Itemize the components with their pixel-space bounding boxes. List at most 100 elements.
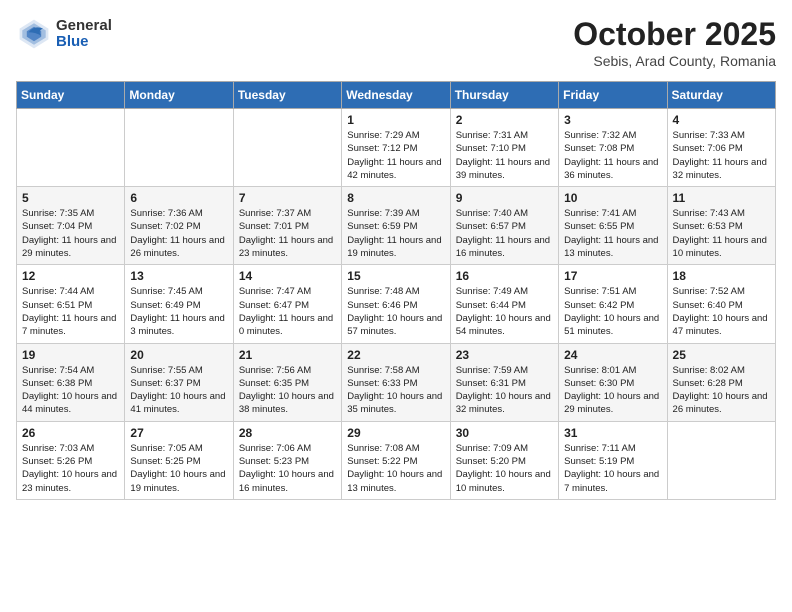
day-info: Sunrise: 7:52 AM Sunset: 6:40 PM Dayligh… (673, 285, 770, 338)
day-number: 13 (130, 269, 227, 283)
day-info: Sunrise: 7:44 AM Sunset: 6:51 PM Dayligh… (22, 285, 119, 338)
day-info: Sunrise: 7:49 AM Sunset: 6:44 PM Dayligh… (456, 285, 553, 338)
calendar-cell: 5 Sunrise: 7:35 AM Sunset: 7:04 PM Daylig… (17, 187, 125, 265)
calendar-table: SundayMondayTuesdayWednesdayThursdayFrid… (16, 81, 776, 500)
day-info: Sunrise: 7:55 AM Sunset: 6:37 PM Dayligh… (130, 364, 227, 417)
calendar-cell: 1Sunrise: 7:29 AM Sunset: 7:12 PM Daylig… (342, 109, 450, 187)
day-info: Sunrise: 7:45 AM Sunset: 6:49 PM Dayligh… (130, 285, 227, 338)
calendar-cell (667, 421, 775, 499)
calendar-cell (233, 109, 341, 187)
day-info: Sunrise: 7:37 AM Sunset: 7:01 PM Dayligh… (239, 207, 336, 260)
day-info: Sunrise: 7:08 AM Sunset: 5:22 PM Dayligh… (347, 442, 444, 495)
day-number: 22 (347, 348, 444, 362)
calendar-week-row: 12 Sunrise: 7:44 AM Sunset: 6:51 PM Dayli… (17, 265, 776, 343)
day-number: 10 (564, 191, 661, 205)
day-info: Sunrise: 7:56 AM Sunset: 6:35 PM Dayligh… (239, 364, 336, 417)
calendar-cell: 11 Sunrise: 7:43 AM Sunset: 6:53 PM Dayli… (667, 187, 775, 265)
calendar-cell: 13 Sunrise: 7:45 AM Sunset: 6:49 PM Dayli… (125, 265, 233, 343)
calendar-cell: 6Sunrise: 7:36 AM Sunset: 7:02 PM Daylig… (125, 187, 233, 265)
day-info: Sunrise: 7:48 AM Sunset: 6:46 PM Dayligh… (347, 285, 444, 338)
day-number: 27 (130, 426, 227, 440)
month-title: October 2025 (573, 16, 776, 53)
day-info: Sunrise: 7:58 AM Sunset: 6:33 PM Dayligh… (347, 364, 444, 417)
calendar-cell: 25Sunrise: 8:02 AM Sunset: 6:28 PM Dayli… (667, 343, 775, 421)
weekday-header-friday: Friday (559, 82, 667, 109)
calendar-cell: 26 Sunrise: 7:03 AM Sunset: 5:26 PM Dayli… (17, 421, 125, 499)
day-number: 12 (22, 269, 119, 283)
logo-icon (16, 16, 52, 52)
day-number: 15 (347, 269, 444, 283)
weekday-header-wednesday: Wednesday (342, 82, 450, 109)
logo-text: General Blue (56, 18, 112, 51)
calendar-cell: 21 Sunrise: 7:56 AM Sunset: 6:35 PM Dayli… (233, 343, 341, 421)
calendar-cell: 15 Sunrise: 7:48 AM Sunset: 6:46 PM Dayli… (342, 265, 450, 343)
day-info: Sunrise: 7:03 AM Sunset: 5:26 PM Dayligh… (22, 442, 119, 495)
logo: General Blue (16, 16, 112, 52)
calendar-week-row: 26 Sunrise: 7:03 AM Sunset: 5:26 PM Dayli… (17, 421, 776, 499)
day-number: 20 (130, 348, 227, 362)
day-number: 30 (456, 426, 553, 440)
calendar-cell: 23 Sunrise: 7:59 AM Sunset: 6:31 PM Dayli… (450, 343, 558, 421)
day-info: Sunrise: 7:54 AM Sunset: 6:38 PM Dayligh… (22, 364, 119, 417)
weekday-header-thursday: Thursday (450, 82, 558, 109)
calendar-cell (17, 109, 125, 187)
day-info: Sunrise: 7:41 AM Sunset: 6:55 PM Dayligh… (564, 207, 661, 260)
calendar-cell: 29 Sunrise: 7:08 AM Sunset: 5:22 PM Dayli… (342, 421, 450, 499)
calendar-cell: 19 Sunrise: 7:54 AM Sunset: 6:38 PM Dayli… (17, 343, 125, 421)
calendar-cell: 4 Sunrise: 7:33 AM Sunset: 7:06 PM Daylig… (667, 109, 775, 187)
day-number: 3 (564, 113, 661, 127)
day-info: Sunrise: 7:31 AM Sunset: 7:10 PM Dayligh… (456, 129, 553, 182)
weekday-header-sunday: Sunday (17, 82, 125, 109)
day-number: 31 (564, 426, 661, 440)
day-number: 17 (564, 269, 661, 283)
page-header: General Blue October 2025 Sebis, Arad Co… (16, 16, 776, 69)
logo-general-text: General (56, 18, 112, 35)
location-text: Sebis, Arad County, Romania (573, 53, 776, 69)
day-info: Sunrise: 7:40 AM Sunset: 6:57 PM Dayligh… (456, 207, 553, 260)
day-info: Sunrise: 7:35 AM Sunset: 7:04 PM Dayligh… (22, 207, 119, 260)
day-number: 26 (22, 426, 119, 440)
calendar-cell: 12 Sunrise: 7:44 AM Sunset: 6:51 PM Dayli… (17, 265, 125, 343)
day-number: 19 (22, 348, 119, 362)
calendar-cell: 8 Sunrise: 7:39 AM Sunset: 6:59 PM Daylig… (342, 187, 450, 265)
day-info: Sunrise: 7:59 AM Sunset: 6:31 PM Dayligh… (456, 364, 553, 417)
calendar-cell: 7 Sunrise: 7:37 AM Sunset: 7:01 PM Daylig… (233, 187, 341, 265)
day-info: Sunrise: 7:09 AM Sunset: 5:20 PM Dayligh… (456, 442, 553, 495)
day-number: 7 (239, 191, 336, 205)
day-number: 4 (673, 113, 770, 127)
day-info: Sunrise: 8:01 AM Sunset: 6:30 PM Dayligh… (564, 364, 661, 417)
day-info: Sunrise: 7:47 AM Sunset: 6:47 PM Dayligh… (239, 285, 336, 338)
calendar-cell: 22 Sunrise: 7:58 AM Sunset: 6:33 PM Dayli… (342, 343, 450, 421)
day-number: 11 (673, 191, 770, 205)
weekday-header-monday: Monday (125, 82, 233, 109)
day-info: Sunrise: 7:39 AM Sunset: 6:59 PM Dayligh… (347, 207, 444, 260)
day-info: Sunrise: 7:51 AM Sunset: 6:42 PM Dayligh… (564, 285, 661, 338)
day-info: Sunrise: 7:11 AM Sunset: 5:19 PM Dayligh… (564, 442, 661, 495)
day-info: Sunrise: 7:05 AM Sunset: 5:25 PM Dayligh… (130, 442, 227, 495)
day-info: Sunrise: 7:29 AM Sunset: 7:12 PM Dayligh… (347, 129, 444, 182)
day-number: 21 (239, 348, 336, 362)
day-number: 14 (239, 269, 336, 283)
day-number: 23 (456, 348, 553, 362)
day-number: 29 (347, 426, 444, 440)
logo-blue-text: Blue (56, 34, 112, 51)
calendar-cell: 31 Sunrise: 7:11 AM Sunset: 5:19 PM Dayli… (559, 421, 667, 499)
calendar-cell: 30 Sunrise: 7:09 AM Sunset: 5:20 PM Dayli… (450, 421, 558, 499)
day-number: 28 (239, 426, 336, 440)
title-block: October 2025 Sebis, Arad County, Romania (573, 16, 776, 69)
calendar-cell: 20 Sunrise: 7:55 AM Sunset: 6:37 PM Dayli… (125, 343, 233, 421)
weekday-header-tuesday: Tuesday (233, 82, 341, 109)
day-number: 6 (130, 191, 227, 205)
day-info: Sunrise: 7:33 AM Sunset: 7:06 PM Dayligh… (673, 129, 770, 182)
weekday-header-saturday: Saturday (667, 82, 775, 109)
day-number: 8 (347, 191, 444, 205)
calendar-cell: 18Sunrise: 7:52 AM Sunset: 6:40 PM Dayli… (667, 265, 775, 343)
day-number: 24 (564, 348, 661, 362)
day-info: Sunrise: 7:43 AM Sunset: 6:53 PM Dayligh… (673, 207, 770, 260)
calendar-cell: 28Sunrise: 7:06 AM Sunset: 5:23 PM Dayli… (233, 421, 341, 499)
calendar-cell: 3Sunrise: 7:32 AM Sunset: 7:08 PM Daylig… (559, 109, 667, 187)
calendar-week-row: 5 Sunrise: 7:35 AM Sunset: 7:04 PM Daylig… (17, 187, 776, 265)
calendar-cell: 17 Sunrise: 7:51 AM Sunset: 6:42 PM Dayli… (559, 265, 667, 343)
day-number: 5 (22, 191, 119, 205)
calendar-cell: 2Sunrise: 7:31 AM Sunset: 7:10 PM Daylig… (450, 109, 558, 187)
